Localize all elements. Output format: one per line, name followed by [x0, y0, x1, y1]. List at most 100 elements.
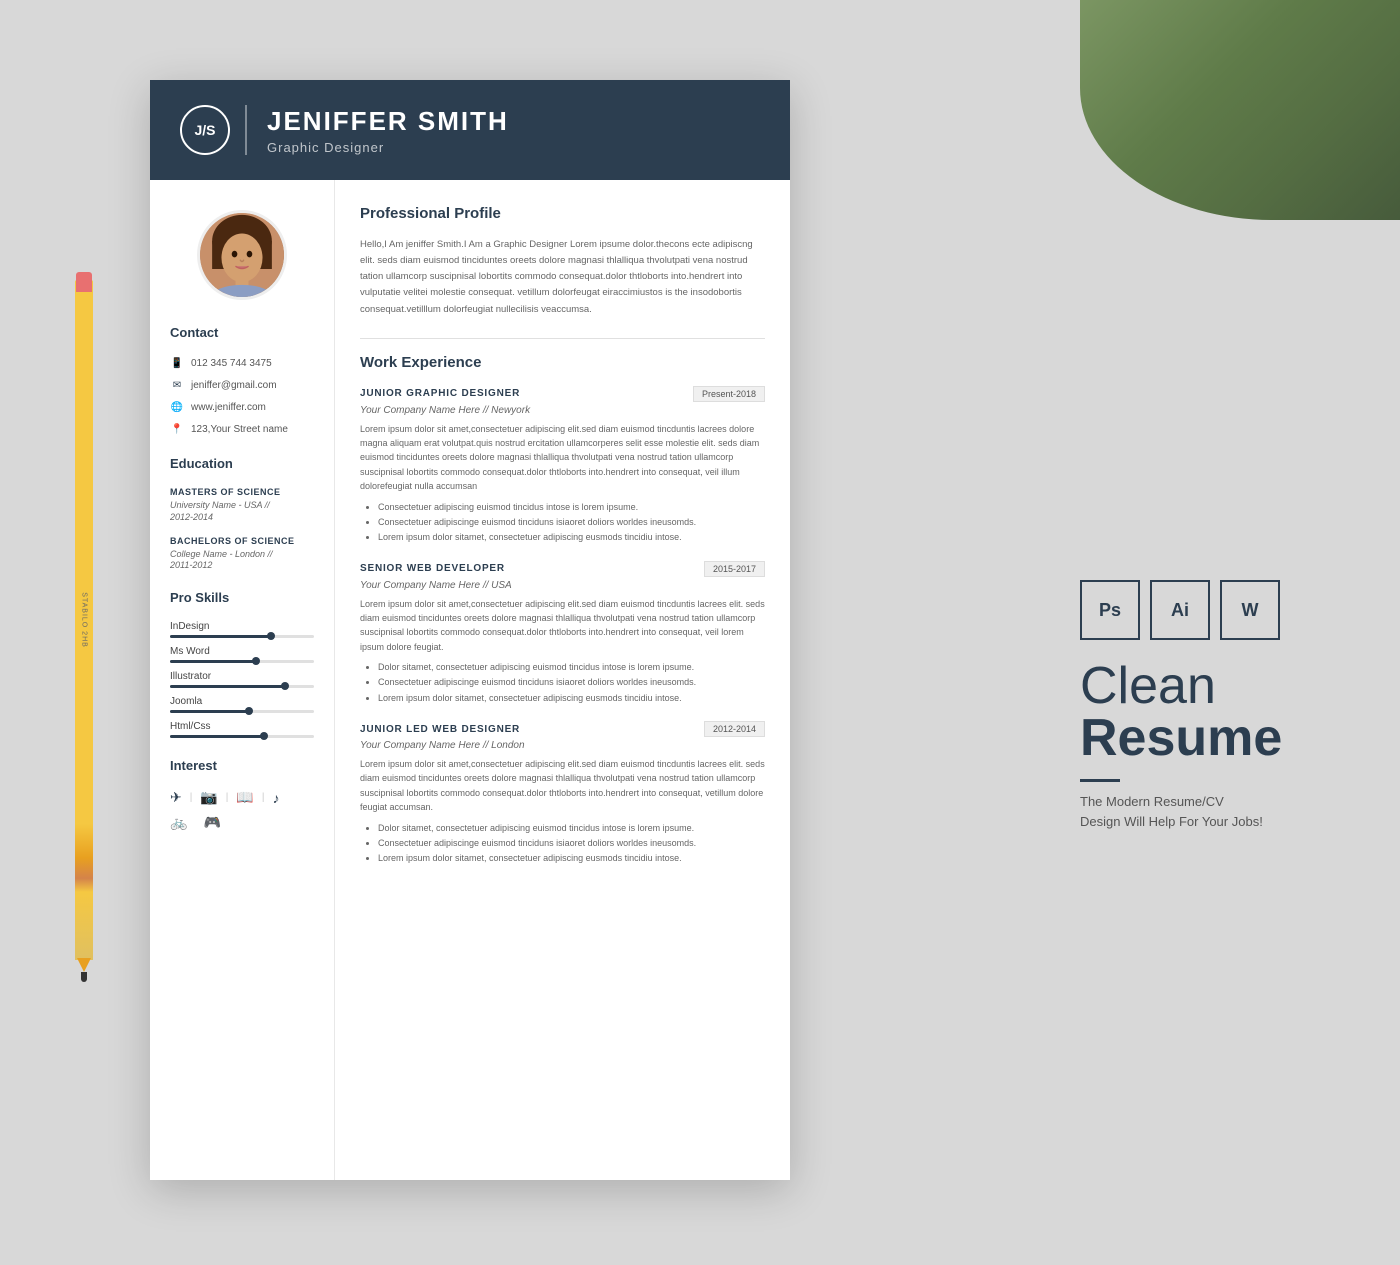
- interest-camera-icon: 📷: [200, 789, 217, 806]
- contact-address: 123,Your Street name: [191, 424, 288, 435]
- bullet-item: Consectetuer adipiscinge euismod tincidu…: [378, 515, 765, 530]
- job-date-1: Present-2018: [693, 386, 765, 402]
- edu-degree-1: MASTERS OF SCIENCE: [170, 487, 314, 497]
- interest-divider: |: [262, 792, 265, 803]
- location-icon: 📍: [170, 422, 184, 436]
- edu-school-2: College Name - London //: [170, 548, 314, 561]
- education-item-bachelors: BACHELORS OF SCIENCE College Name - Lond…: [170, 536, 314, 571]
- job-company-1: Your Company Name Here // Newyork: [360, 405, 765, 416]
- work-experience-title: Work Experience: [360, 354, 765, 376]
- bullet-item: Lorem ipsum dolor sitamet, consectetuer …: [378, 530, 765, 545]
- education-item-masters: MASTERS OF SCIENCE University Name - USA…: [170, 487, 314, 522]
- contact-phone: 012 345 744 3475: [191, 358, 272, 369]
- interest-game-icon: 🎮: [203, 814, 220, 831]
- job-header-3: JUNIOR LED WEB DESIGNER 2012-2014: [360, 721, 765, 737]
- skill-bar-bg: [170, 635, 314, 638]
- branding-panel: Ps Ai W Clean Resume The Modern Resume/C…: [1080, 580, 1340, 831]
- skill-msword: Ms Word: [170, 646, 314, 663]
- resume-document: J/S JENIFFER SMITH Graphic Designer: [150, 80, 790, 1180]
- email-icon: ✉: [170, 378, 184, 392]
- interest-book-icon: 📖: [236, 789, 253, 806]
- interest-bike-icon: 🚲: [170, 814, 187, 831]
- interest-plane-icon: ✈: [170, 789, 182, 806]
- pencil-label: STABILO 2HB: [81, 592, 88, 648]
- education-section-title: Education: [170, 456, 314, 475]
- interest-icons-row: ✈ | 📷 | 📖 | ♪: [170, 789, 314, 806]
- resume-body: Contact 📱 012 345 744 3475 ✉ jeniffer@gm…: [150, 180, 790, 1180]
- pencil-eraser: [76, 272, 92, 292]
- skill-htmlcss: Html/Css: [170, 721, 314, 738]
- interest-icons-row-2: 🚲 🎮: [170, 814, 314, 831]
- brand-title-block: Clean Resume: [1080, 660, 1340, 764]
- skill-bar-fill: [170, 735, 264, 738]
- skill-bar-fill: [170, 685, 285, 688]
- ai-label: Ai: [1171, 600, 1189, 621]
- interests-section-title: Interest: [170, 758, 314, 777]
- header-divider: [245, 105, 247, 155]
- edu-year-1: 2012-2014: [170, 512, 314, 522]
- job-bullets-1: Consectetuer adipiscing euismod tincidus…: [360, 500, 765, 546]
- edu-year-2: 2011-2012: [170, 560, 314, 570]
- skill-bar-bg: [170, 660, 314, 663]
- job-bullets-2: Dolor sitamet, consectetuer adipiscing e…: [360, 660, 765, 706]
- website-icon: 🌐: [170, 400, 184, 414]
- job-title-2: SENIOR WEB DEVELOPER: [360, 563, 505, 574]
- pencil-decoration: STABILO 2HB: [75, 280, 93, 960]
- brand-resume-text: Resume: [1080, 712, 1340, 764]
- skill-bar-fill: [170, 660, 256, 663]
- skill-bar-fill: [170, 635, 271, 638]
- avatar-illustration: [200, 210, 284, 300]
- header-logo: J/S: [180, 105, 230, 155]
- bg-plant-decoration: [1080, 0, 1400, 220]
- illustrator-icon-box: Ai: [1150, 580, 1210, 640]
- job-item-3: JUNIOR LED WEB DESIGNER 2012-2014 Your C…: [360, 721, 765, 866]
- job-header-2: SENIOR WEB DEVELOPER 2015-2017: [360, 561, 765, 577]
- skill-indesign: InDesign: [170, 621, 314, 638]
- job-title-3: JUNIOR LED WEB DESIGNER: [360, 724, 520, 735]
- bullet-item: Consectetuer adipiscing euismod tincidus…: [378, 500, 765, 515]
- skill-bar-bg: [170, 735, 314, 738]
- contact-section: Contact 📱 012 345 744 3475 ✉ jeniffer@gm…: [170, 325, 314, 436]
- pencil-tip: [81, 972, 87, 982]
- skill-bar-bg: [170, 710, 314, 713]
- job-desc-3: Lorem ipsum dolor sit amet,consectetuer …: [360, 757, 765, 815]
- candidate-name: JENIFFER SMITH: [267, 106, 509, 137]
- header-info: JENIFFER SMITH Graphic Designer: [267, 106, 509, 155]
- ps-label: Ps: [1099, 600, 1121, 621]
- interests-section: Interest ✈ | 📷 | 📖 | ♪ 🚲 🎮: [170, 758, 314, 831]
- contact-website: www.jeniffer.com: [191, 402, 266, 413]
- work-experience-section: Work Experience JUNIOR GRAPHIC DESIGNER …: [360, 354, 765, 867]
- bullet-item: Lorem ipsum dolor sitamet, consectetuer …: [378, 691, 765, 706]
- bullet-item: Dolor sitamet, consectetuer adipiscing e…: [378, 660, 765, 675]
- bullet-item: Lorem ipsum dolor sitamet, consectetuer …: [378, 851, 765, 866]
- phone-icon: 📱: [170, 356, 184, 370]
- candidate-title: Graphic Designer: [267, 140, 509, 155]
- job-date-2: 2015-2017: [704, 561, 765, 577]
- education-section: Education MASTERS OF SCIENCE University …: [170, 456, 314, 570]
- brand-clean-text: Clean: [1080, 660, 1340, 712]
- section-divider-1: [360, 338, 765, 339]
- skills-section: Pro Skills InDesign Ms Word Illustrator: [170, 590, 314, 738]
- skill-illustrator: Illustrator: [170, 671, 314, 688]
- job-desc-1: Lorem ipsum dolor sit amet,consectetuer …: [360, 422, 765, 494]
- w-label: W: [1242, 600, 1259, 621]
- skill-bar-fill: [170, 710, 249, 713]
- contact-email: jeniffer@gmail.com: [191, 380, 277, 391]
- avatar-container: [170, 210, 314, 300]
- skill-joomla: Joomla: [170, 696, 314, 713]
- bullet-item: Dolor sitamet, consectetuer adipiscing e…: [378, 821, 765, 836]
- profile-section-title: Professional Profile: [360, 205, 765, 227]
- contact-email-item: ✉ jeniffer@gmail.com: [170, 378, 314, 392]
- job-desc-2: Lorem ipsum dolor sit amet,consectetuer …: [360, 597, 765, 655]
- contact-address-item: 📍 123,Your Street name: [170, 422, 314, 436]
- word-icon-box: W: [1220, 580, 1280, 640]
- interest-divider: |: [190, 792, 193, 803]
- job-item-2: SENIOR WEB DEVELOPER 2015-2017 Your Comp…: [360, 561, 765, 706]
- resume-sidebar: Contact 📱 012 345 744 3475 ✉ jeniffer@gm…: [150, 180, 335, 1180]
- resume-header: J/S JENIFFER SMITH Graphic Designer: [150, 80, 790, 180]
- job-title-1: JUNIOR GRAPHIC DESIGNER: [360, 388, 520, 399]
- job-company-2: Your Company Name Here // USA: [360, 580, 765, 591]
- job-header-1: JUNIOR GRAPHIC DESIGNER Present-2018: [360, 386, 765, 402]
- profile-text: Hello,I Am jeniffer Smith.I Am a Graphic…: [360, 237, 765, 318]
- job-company-3: Your Company Name Here // London: [360, 740, 765, 751]
